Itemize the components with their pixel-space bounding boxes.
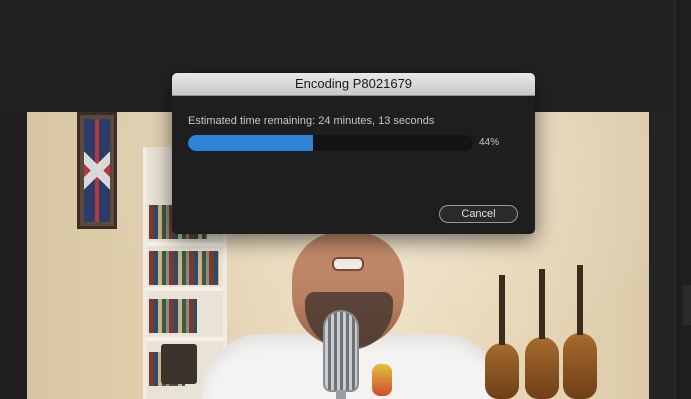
panel-resize-handle[interactable] (683, 285, 691, 325)
dialog-title: Encoding P8021679 (172, 73, 535, 96)
encoding-dialog: Encoding P8021679 Estimated time remaini… (172, 73, 535, 234)
progress-bar-fill (188, 135, 314, 151)
small-speaker (161, 344, 197, 384)
time-remaining-text: Estimated time remaining: 24 minutes, 13… (188, 115, 435, 127)
progress-bar (188, 135, 473, 151)
union-jack-poster (77, 112, 117, 229)
microphone (323, 310, 359, 392)
progress-percent: 44% (479, 137, 500, 148)
right-panel-edge (675, 0, 691, 399)
guitar-rack (477, 265, 602, 399)
cancel-button[interactable]: Cancel (439, 205, 518, 223)
left-panel-strip (0, 112, 27, 399)
